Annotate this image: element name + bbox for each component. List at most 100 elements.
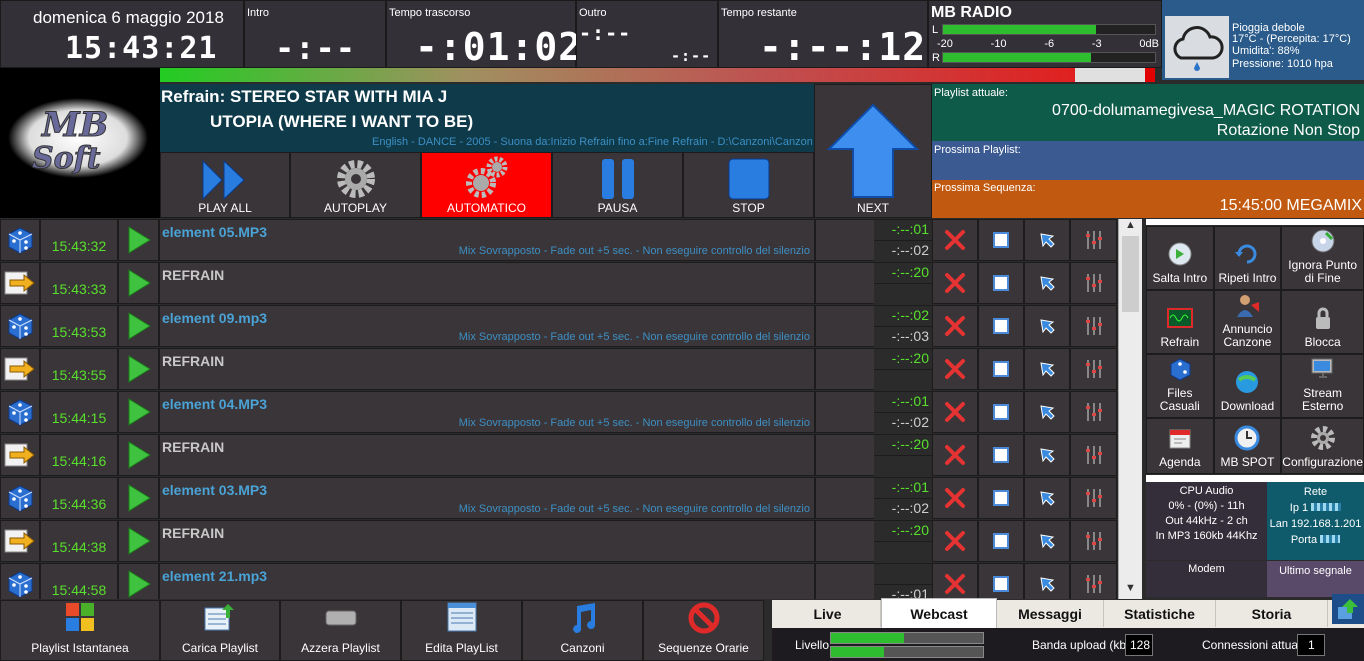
export-button[interactable] [1332,594,1364,624]
row-title-cell[interactable]: element 05.MP3 Mix Sovrapposto - Fade out… [159,219,815,261]
row-title-cell[interactable]: element 03.MP3 Mix Sovrapposto - Fade out… [159,477,815,519]
tool-button-announce[interactable]: Annuncio Canzone [1213,290,1282,354]
row-select-button[interactable] [978,305,1024,347]
tab-statistics[interactable]: Statistiche [1104,600,1216,627]
tool-button-lock[interactable]: Blocca [1281,290,1364,354]
row-mixer-button[interactable] [1070,563,1117,599]
row-move-button[interactable] [1024,348,1070,390]
row-select-button[interactable] [978,391,1024,433]
stop-button[interactable]: STOP [683,152,814,218]
row-select-button[interactable] [978,477,1024,519]
row-delete-button[interactable] [932,348,978,390]
row-mixer-button[interactable] [1070,391,1117,433]
tab-messages[interactable]: Messaggi [997,600,1104,627]
row-type-button[interactable] [0,563,40,599]
row-mixer-button[interactable] [1070,305,1117,347]
row-delete-button[interactable] [932,563,978,599]
row-select-button[interactable] [978,563,1024,599]
row-mixer-button[interactable] [1070,434,1117,476]
clear-playlist-button[interactable]: Azzera Playlist [280,600,401,661]
row-move-button[interactable] [1024,219,1070,261]
row-type-button[interactable] [0,219,40,261]
row-mixer-button[interactable] [1070,520,1117,562]
row-delete-button[interactable] [932,477,978,519]
row-play-button[interactable] [118,563,159,599]
tab-history[interactable]: Storia [1216,600,1328,627]
row-select-button[interactable] [978,219,1024,261]
scroll-up-button[interactable]: ▲ [1119,219,1142,236]
row-play-button[interactable] [118,434,159,476]
tool-button-ignore-endpoint[interactable]: Ignora Punto di Fine [1281,226,1364,290]
songs-button[interactable]: Canzoni [522,600,643,661]
row-select-button[interactable] [978,520,1024,562]
row-move-button[interactable] [1024,434,1070,476]
autoplay-button[interactable]: AUTOPLAY [290,152,421,218]
row-delete-button[interactable] [932,434,978,476]
row-play-button[interactable] [118,520,159,562]
playlist-row[interactable]: 15:44:58 element 21.mp3 -:--:01 [0,563,1117,599]
tool-button-download[interactable]: Download [1213,354,1282,418]
row-move-button[interactable] [1024,391,1070,433]
tool-button-external-stream[interactable]: Stream Esterno [1281,354,1364,418]
automatico-button[interactable]: AUTOMATICO [421,152,552,218]
row-select-button[interactable] [978,262,1024,304]
row-mixer-button[interactable] [1070,348,1117,390]
row-type-button[interactable] [0,348,40,390]
row-move-button[interactable] [1024,477,1070,519]
row-delete-button[interactable] [932,262,978,304]
row-type-button[interactable] [0,305,40,347]
row-title-cell[interactable]: REFRAIN [159,348,815,390]
row-play-button[interactable] [118,348,159,390]
row-type-button[interactable] [0,434,40,476]
tool-button-agenda[interactable]: Agenda [1146,418,1214,474]
play-all-button[interactable]: PLAY ALL [160,152,290,218]
tool-button-mb-spot[interactable]: MB SPOT [1213,418,1282,474]
row-play-button[interactable] [118,305,159,347]
playlist-scrollbar[interactable]: ▲ ▼ [1118,219,1142,599]
scroll-thumb[interactable] [1122,236,1139,312]
row-title-cell[interactable]: REFRAIN [159,434,815,476]
row-play-button[interactable] [118,477,159,519]
instant-playlist-button[interactable]: Playlist Istantanea [0,600,160,661]
row-type-button[interactable] [0,262,40,304]
song-progress-track[interactable] [160,68,1155,82]
playlist-row[interactable]: 15:43:55 REFRAIN -:--:20 [0,348,1117,391]
row-title-cell[interactable]: REFRAIN [159,520,815,562]
row-type-button[interactable] [0,477,40,519]
row-mixer-button[interactable] [1070,262,1117,304]
hourly-sequences-button[interactable]: Sequenze Orarie [643,600,764,661]
playlist-row[interactable]: 15:44:38 REFRAIN -:--:20 [0,520,1117,563]
row-title-cell[interactable]: REFRAIN [159,262,815,304]
row-delete-button[interactable] [932,520,978,562]
tool-button-refrain[interactable]: Refrain [1146,290,1214,354]
row-mixer-button[interactable] [1070,219,1117,261]
tool-button-configuration[interactable]: Configurazione [1281,418,1364,474]
row-play-button[interactable] [118,219,159,261]
row-play-button[interactable] [118,262,159,304]
scroll-down-button[interactable]: ▼ [1119,582,1142,599]
row-move-button[interactable] [1024,305,1070,347]
playlist-row[interactable]: 15:43:33 REFRAIN -:--:20 [0,262,1117,305]
row-move-button[interactable] [1024,520,1070,562]
playlist-row[interactable]: 15:44:16 REFRAIN -:--:20 [0,434,1117,477]
row-title-cell[interactable]: element 09.mp3 Mix Sovrapposto - Fade out… [159,305,815,347]
load-playlist-button[interactable]: Carica Playlist [160,600,280,661]
row-delete-button[interactable] [932,391,978,433]
row-delete-button[interactable] [932,219,978,261]
row-title-cell[interactable]: element 21.mp3 [159,563,815,599]
tool-button-skip-intro[interactable]: Salta Intro [1146,226,1214,290]
row-title-cell[interactable]: element 04.MP3 Mix Sovrapposto - Fade out… [159,391,815,433]
row-move-button[interactable] [1024,262,1070,304]
tool-button-random-files[interactable]: Files Casuali [1146,354,1214,418]
edit-playlist-button[interactable]: Edita PlayList [401,600,522,661]
row-select-button[interactable] [978,348,1024,390]
tab-live[interactable]: Live [775,600,881,627]
playlist-row[interactable]: 15:43:32 element 05.MP3 Mix Sovrapposto - … [0,219,1117,262]
row-type-button[interactable] [0,520,40,562]
row-delete-button[interactable] [932,305,978,347]
playlist-row[interactable]: 15:44:36 element 03.MP3 Mix Sovrapposto - … [0,477,1117,520]
tab-webcast[interactable]: Webcast [881,598,997,628]
pause-button[interactable]: PAUSA [552,152,683,218]
row-type-button[interactable] [0,391,40,433]
row-select-button[interactable] [978,434,1024,476]
